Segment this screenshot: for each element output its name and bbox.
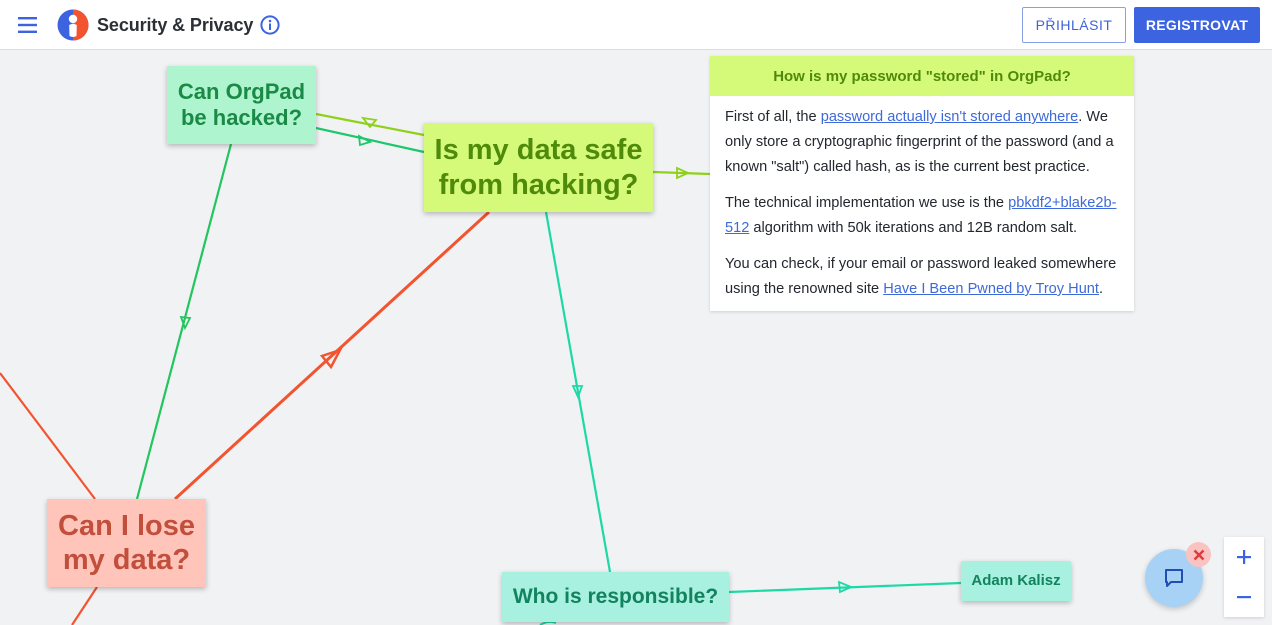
panel-text: First of all, the bbox=[725, 109, 821, 125]
card-who-is-responsible[interactable]: Who is responsible? bbox=[502, 572, 729, 622]
card-adam-kalisz[interactable]: Adam Kalisz bbox=[961, 561, 1071, 601]
panel-text: . bbox=[1098, 281, 1104, 297]
panel-body: First of all, the password actually isn'… bbox=[710, 96, 1134, 302]
panel-paragraph: The technical implementation we use is t… bbox=[725, 191, 1119, 241]
zoom-out-button[interactable] bbox=[1224, 577, 1264, 617]
panel-paragraph: First of all, the password actually isn'… bbox=[725, 105, 1119, 180]
orgpad-logo[interactable] bbox=[57, 9, 89, 41]
card-can-i-lose-my-data[interactable]: Can I lose my data? bbox=[47, 499, 206, 587]
card-is-my-data-safe[interactable]: Is my data safe from hacking? bbox=[424, 123, 653, 212]
hamburger-menu-icon[interactable] bbox=[14, 13, 42, 37]
panel-text: The technical implementation we use is t… bbox=[725, 195, 1009, 211]
close-chat-button[interactable] bbox=[1186, 542, 1211, 567]
panel-paragraph: You can check, if your email or password… bbox=[725, 252, 1119, 302]
login-button[interactable]: PŘIHLÁSIT bbox=[1022, 7, 1126, 43]
have-i-been-pwned-link[interactable]: Have I Been Pwned by Troy Hunt bbox=[883, 281, 1099, 297]
password-not-stored-link[interactable]: password actually isn't stored anywhere bbox=[821, 109, 1079, 125]
register-button[interactable]: REGISTROVAT bbox=[1134, 7, 1260, 43]
zoom-in-button[interactable] bbox=[1224, 537, 1264, 577]
card-can-orgpad-be-hacked[interactable]: Can OrgPad be hacked? bbox=[167, 66, 316, 144]
top-bar: Security & Privacy PŘIHLÁSIT REGISTROVAT bbox=[0, 0, 1272, 50]
close-icon bbox=[1193, 549, 1204, 560]
minus-icon bbox=[1237, 596, 1251, 599]
plus-icon bbox=[1237, 550, 1251, 564]
page-title: Security & Privacy bbox=[97, 15, 254, 35]
panel-text: algorithm with 50k iterations and 12B ra… bbox=[749, 220, 1078, 236]
zoom-controls bbox=[1224, 537, 1264, 617]
info-icon[interactable] bbox=[259, 14, 281, 36]
chat-icon bbox=[1165, 569, 1183, 587]
password-info-panel[interactable]: How is my password "stored" in OrgPad? F… bbox=[710, 56, 1134, 311]
panel-title: How is my password "stored" in OrgPad? bbox=[710, 56, 1134, 96]
